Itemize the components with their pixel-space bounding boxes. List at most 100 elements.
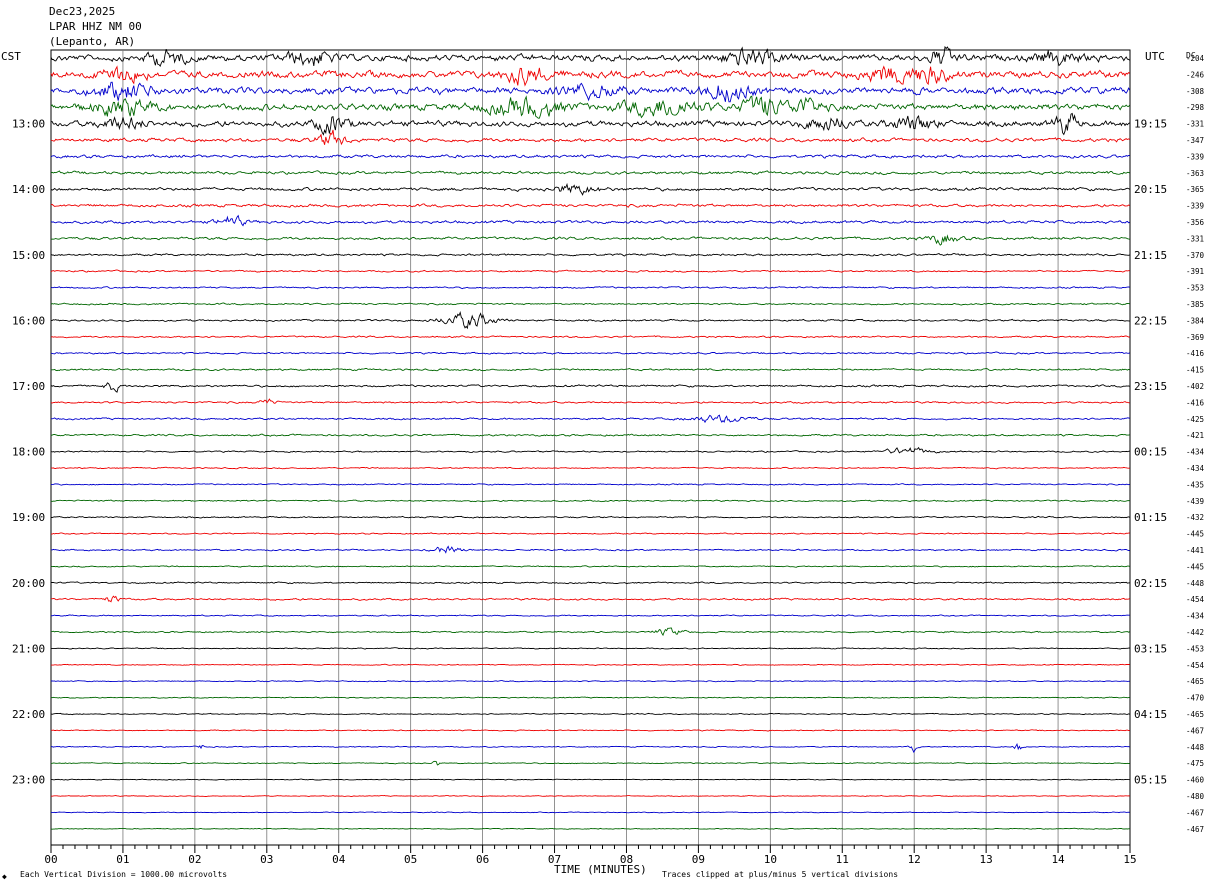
x-tick-label: 04	[332, 853, 346, 866]
dc-offset-label: -298	[1186, 103, 1205, 112]
trace-row	[50, 827, 1130, 830]
dc-offset-label: -402	[1186, 382, 1204, 391]
trace-row	[51, 663, 1130, 666]
x-tick-label: 12	[908, 853, 921, 866]
trace-row	[50, 499, 1130, 503]
cst-hour-label: 18:00	[12, 446, 45, 459]
utc-hour-label: 05:15	[1134, 774, 1167, 787]
trace-row	[50, 95, 1131, 119]
x-tick-label: 05	[404, 853, 417, 866]
trace-row	[51, 532, 1130, 535]
helicorder-plot: 00 01 02 03 04 05 06 07 08 09 10 11 12 13 14 15 13:0014…	[12, 45, 1205, 866]
dc-offset-label: -453	[1186, 644, 1204, 653]
dc-offset-label: -425	[1186, 415, 1204, 424]
dc-column-label: DC	[1186, 51, 1196, 60]
x-tick-label: 03	[260, 853, 273, 866]
trace-row	[50, 446, 1130, 454]
dc-offset-label: -353	[1186, 284, 1204, 293]
x-tick-label: 06	[476, 853, 489, 866]
x-tick-label: 00	[44, 853, 57, 866]
dc-offset-label: -331	[1186, 234, 1204, 243]
trace-row	[50, 627, 1130, 637]
trace-row	[50, 214, 1130, 227]
utc-hour-label: 19:15	[1134, 118, 1167, 131]
cst-hour-label: 16:00	[12, 314, 45, 327]
utc-hour-label: 03:15	[1134, 642, 1167, 655]
utc-hour-label: 22:15	[1134, 314, 1167, 327]
trace-row	[50, 398, 1130, 405]
dc-offset-label: -339	[1186, 152, 1204, 161]
trace-row	[50, 351, 1130, 355]
dc-offset-label: -460	[1186, 776, 1205, 785]
trace-row	[50, 252, 1130, 257]
trace-row	[51, 515, 1130, 519]
cst-hour-label: 23:00	[12, 774, 45, 787]
dc-offset-label: -445	[1186, 562, 1204, 571]
trace-row	[50, 335, 1130, 339]
utc-hour-label: 02:15	[1134, 577, 1167, 590]
station-id: LPAR HHZ NM 00	[49, 20, 142, 33]
trace-row	[51, 680, 1130, 683]
dc-offset-label: -467	[1186, 808, 1204, 817]
x-tick-label: 10	[764, 853, 777, 866]
x-tick-label: 01	[116, 853, 129, 866]
dc-offset-label: -465	[1186, 677, 1204, 686]
trace-row	[50, 302, 1131, 306]
cst-hour-label: 15:00	[12, 249, 45, 262]
dc-offset-label: -434	[1186, 464, 1205, 473]
trace-row	[50, 712, 1130, 716]
dc-offset-label: -363	[1186, 169, 1204, 178]
cst-hour-label: 13:00	[12, 118, 45, 131]
corner-mark: ◆	[2, 872, 7, 881]
dc-offset-label: -432	[1186, 513, 1204, 522]
x-tick-label: 13	[980, 853, 993, 866]
trace-row	[50, 310, 1130, 330]
trace-row	[50, 581, 1130, 585]
trace-row	[50, 234, 1130, 246]
minute-gridlines	[50, 49, 1131, 846]
trace-row	[50, 154, 1130, 159]
dc-offset-label: -439	[1186, 497, 1204, 506]
x-axis-label: TIME (MINUTES)	[554, 863, 647, 876]
trace-row	[50, 203, 1131, 208]
trace-row	[50, 112, 1131, 136]
x-tick-label: 14	[1051, 853, 1065, 866]
trace-row	[50, 286, 1130, 290]
dc-offset-label: -416	[1186, 349, 1205, 358]
dc-offset-label: -465	[1186, 710, 1204, 719]
utc-hour-label: 00:15	[1134, 446, 1167, 459]
trace-row	[50, 778, 1130, 781]
dc-offset-label: -441	[1186, 546, 1204, 555]
cst-hour-label: 17:00	[12, 380, 45, 393]
dc-offset-label: -339	[1186, 202, 1204, 211]
dc-offset-label: -454	[1186, 595, 1205, 604]
dc-offset-label: -369	[1186, 333, 1204, 342]
utc-hour-label: 21:15	[1134, 249, 1167, 262]
trace-row	[50, 182, 1131, 196]
plot-date: Dec23,2025	[49, 5, 116, 18]
dc-offset-label: -421	[1186, 431, 1204, 440]
dc-offset-label: -308	[1186, 87, 1205, 96]
x-tick-label: 02	[188, 853, 201, 866]
trace-row	[50, 433, 1130, 437]
dc-offset-label: -467	[1186, 825, 1204, 834]
scale-note: Each Vertical Division = 1000.00 microvo…	[20, 870, 228, 879]
dc-offset-label: -434	[1186, 448, 1205, 457]
dc-offset-label: -385	[1186, 300, 1204, 309]
trace-row	[50, 65, 1131, 87]
cst-hour-label: 19:00	[12, 511, 45, 524]
dc-offset-label: -448	[1186, 579, 1205, 588]
trace-row	[50, 795, 1130, 797]
dc-offset-labels: -204-246-308-298-331-347-339-363-365-339…	[1186, 54, 1205, 834]
x-tick-label: 09	[692, 853, 705, 866]
dc-offset-label: -480	[1186, 792, 1205, 801]
dc-offset-label: -365	[1186, 185, 1204, 194]
dc-offset-label: -448	[1186, 743, 1205, 752]
trace-row	[50, 811, 1130, 814]
utc-hour-label: 20:15	[1134, 183, 1167, 196]
cst-hour-label: 21:00	[12, 642, 45, 655]
dc-offset-label: -416	[1186, 398, 1205, 407]
dc-offset-label: -442	[1186, 628, 1204, 637]
dc-offset-label: -467	[1186, 726, 1204, 735]
trace-row	[50, 170, 1130, 176]
